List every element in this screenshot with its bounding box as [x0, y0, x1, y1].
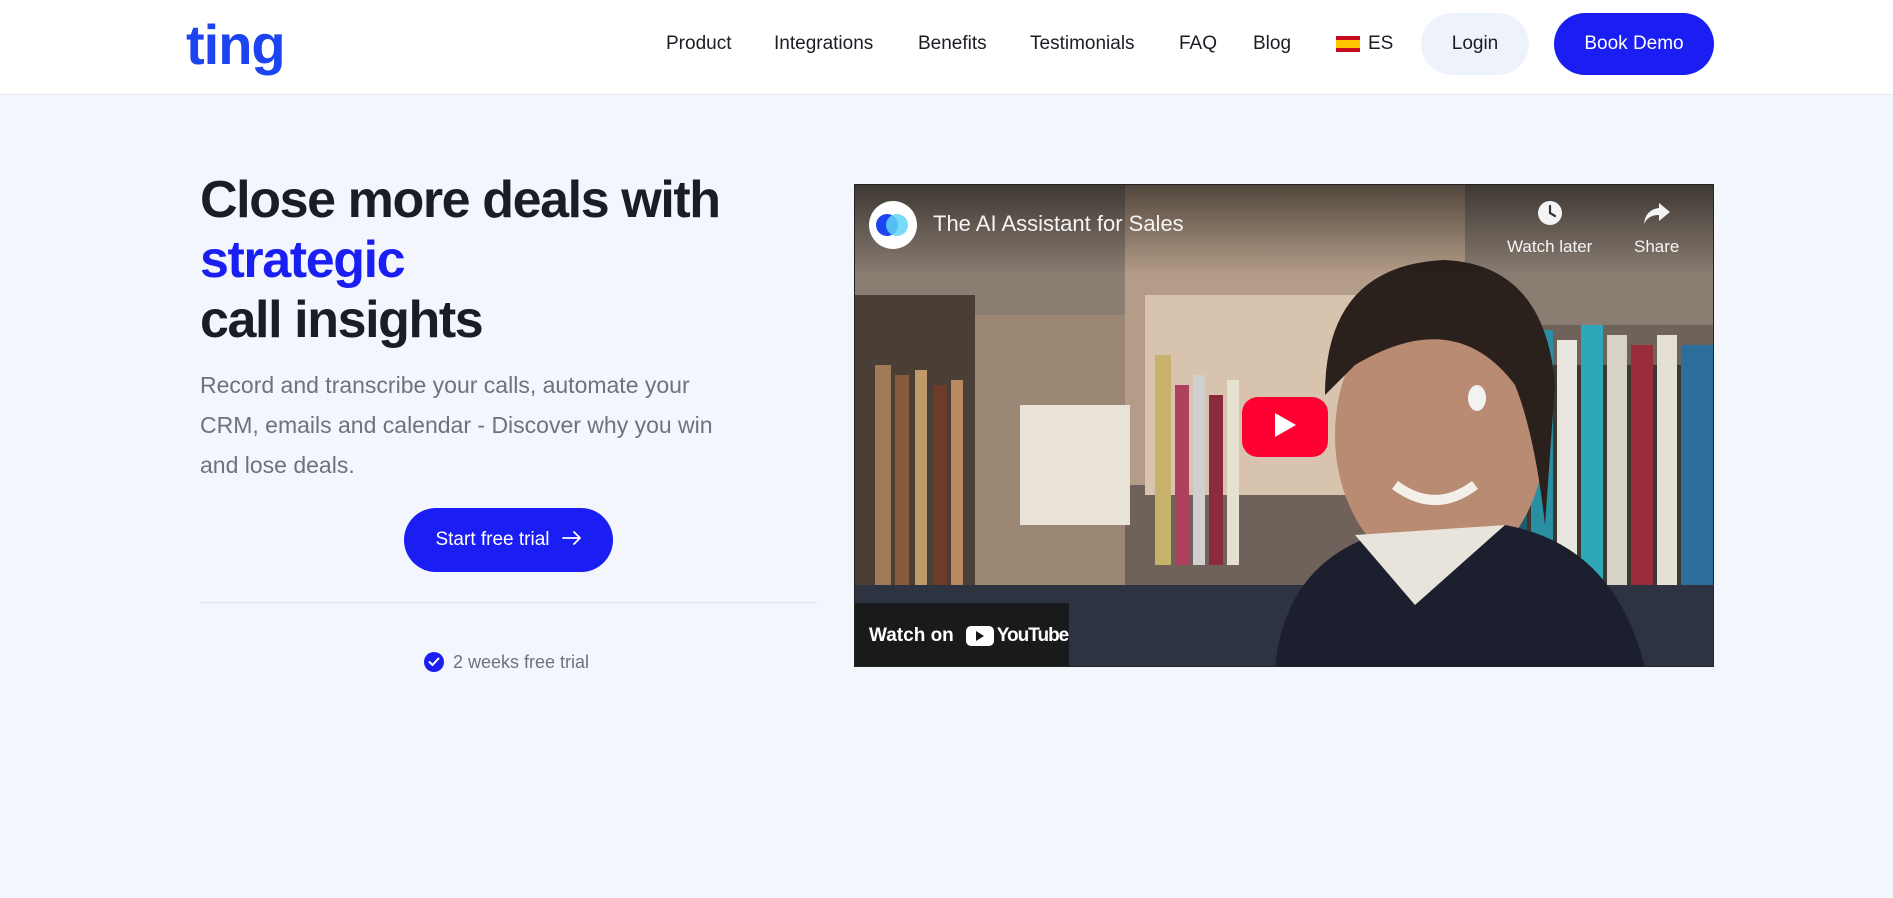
nav-blog[interactable]: Blog	[1253, 30, 1291, 58]
video-title[interactable]: The AI Assistant for Sales	[933, 211, 1184, 237]
youtube-wordmark: YouTube	[996, 624, 1069, 646]
watch-on-youtube-link[interactable]: Watch on YouTube	[855, 603, 1069, 666]
nav-faq[interactable]: FAQ	[1179, 30, 1217, 58]
share-button[interactable]: Share	[1634, 199, 1679, 257]
share-arrow-icon	[1642, 199, 1672, 232]
arrow-right-icon	[561, 529, 582, 551]
clock-icon	[1536, 199, 1564, 232]
nav-product[interactable]: Product	[666, 30, 731, 58]
site-header: ting Product Integrations Benefits Testi…	[0, 0, 1893, 95]
start-free-trial-button[interactable]: Start free trial	[404, 508, 613, 572]
youtube-logo: YouTube	[965, 624, 1069, 647]
nav-integrations[interactable]: Integrations	[774, 30, 873, 58]
headline-line-1: Close more deals with	[200, 171, 721, 229]
login-button[interactable]: Login	[1421, 13, 1529, 75]
nav-benefits[interactable]: Benefits	[918, 30, 987, 58]
headline-line-3: call insights	[200, 291, 484, 349]
youtube-play-icon	[965, 625, 994, 646]
hero-headline: Close more deals with strategic call ins…	[200, 170, 721, 350]
nav-testimonials[interactable]: Testimonials	[1030, 30, 1135, 58]
spain-flag-icon	[1336, 36, 1360, 52]
trial-note-text: 2 weeks free trial	[453, 651, 590, 672]
headline-accent: strategic	[200, 231, 406, 289]
play-icon	[1273, 412, 1297, 443]
hero-subtitle: Record and transcribe your calls, automa…	[200, 372, 713, 478]
play-button[interactable]	[1242, 397, 1328, 457]
check-circle-icon	[424, 652, 444, 672]
watch-on-label: Watch on	[869, 624, 954, 646]
language-label: ES	[1368, 33, 1394, 54]
watch-later-label: Watch later	[1507, 237, 1593, 256]
share-label: Share	[1634, 237, 1680, 256]
ting-logo[interactable]: ting	[186, 12, 286, 76]
channel-avatar[interactable]	[869, 201, 917, 249]
cta-label: Start free trial	[435, 529, 550, 550]
book-demo-button[interactable]: Book Demo	[1554, 13, 1714, 75]
watch-later-button[interactable]: Watch later	[1507, 199, 1592, 257]
youtube-video-embed[interactable]: The AI Assistant for Sales Watch later S…	[854, 184, 1714, 667]
trial-note: 2 weeks free trial	[424, 650, 589, 674]
language-switcher[interactable]: ES	[1336, 30, 1393, 58]
logo-text: ting	[186, 13, 286, 76]
divider	[200, 602, 817, 603]
